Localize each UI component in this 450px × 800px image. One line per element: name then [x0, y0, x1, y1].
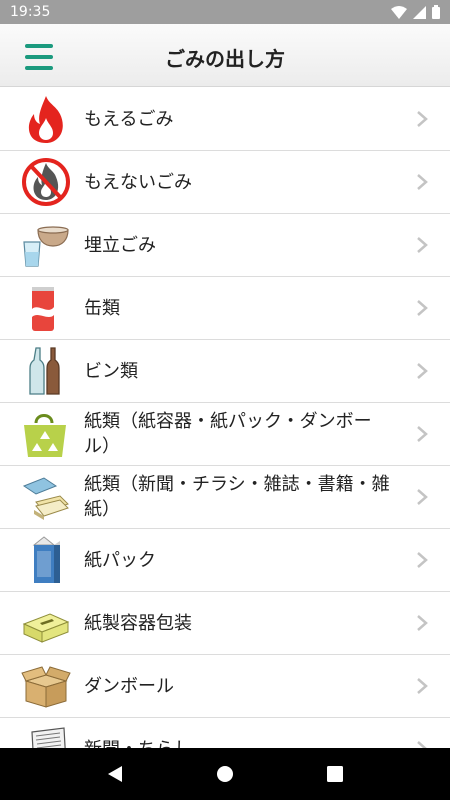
chevron-right-icon — [417, 552, 428, 568]
newspaper-stack-icon — [22, 477, 69, 520]
chevron-right-icon — [417, 615, 428, 631]
list-item-label: 埋立ごみ — [84, 234, 156, 256]
list-item-label: 紙類（紙容器・紙パック・ダンボール） — [84, 411, 372, 457]
list-item-label: ダンボール — [84, 675, 174, 697]
list-item-burnable[interactable]: もえるごみ — [0, 88, 450, 151]
status-time: 19:35 — [10, 4, 51, 20]
can-icon — [32, 287, 54, 331]
list-item-milk-carton[interactable]: 紙パック — [0, 529, 450, 592]
home-circle-icon — [217, 766, 233, 782]
back-button[interactable] — [100, 759, 130, 789]
list-item-cans[interactable]: 缶類 — [0, 277, 450, 340]
chevron-right-icon — [417, 300, 428, 316]
list-item-label: もえるごみ — [84, 108, 174, 130]
list-item-cardboard[interactable]: ダンボール — [0, 655, 450, 718]
tissue-box-icon — [22, 613, 70, 643]
app-bar: ごみの出し方 — [0, 24, 450, 87]
bowl-glass-icon — [23, 226, 69, 267]
list-item-label: ビン類 — [84, 360, 138, 382]
system-nav-bar — [0, 748, 450, 800]
milk-carton-icon — [32, 536, 60, 583]
list-item-label: もえないごみ — [84, 171, 192, 193]
list-item-bottles[interactable]: ビン類 — [0, 340, 450, 403]
wifi-icon — [391, 5, 407, 19]
status-icons — [391, 5, 440, 19]
status-bar: 19:35 — [0, 0, 450, 24]
page-title: ごみの出し方 — [165, 47, 285, 71]
back-triangle-icon — [108, 766, 122, 782]
list-item-landfill[interactable]: 埋立ごみ — [0, 214, 450, 277]
cardboard-box-icon — [21, 666, 71, 708]
list-item-label: 紙製容器包装 — [84, 612, 192, 634]
list-item-paper-newspaper[interactable]: 紙類（新聞・チラシ・雑誌・書籍・雑紙） — [0, 466, 450, 529]
chevron-right-icon — [417, 363, 428, 379]
list-item-label: 新聞・ちらし — [84, 737, 394, 749]
list-item-label: 缶類 — [84, 297, 120, 319]
list-item-nonburnable[interactable]: もえないごみ — [0, 151, 450, 214]
battery-icon — [432, 5, 440, 19]
list-item-label: 紙パック — [84, 549, 156, 571]
garbage-type-list: もえるごみ もえないごみ 埋立ごみ 缶類 ビン類 紙類（紙容器・紙パック・ダンボ… — [0, 88, 450, 748]
list-item-paper-containers[interactable]: 紙類（紙容器・紙パック・ダンボール） — [0, 403, 450, 466]
recents-button[interactable] — [320, 759, 350, 789]
home-button[interactable] — [210, 759, 240, 789]
list-item-newspaper-flyers[interactable]: 新聞・ちらし — [0, 718, 450, 748]
list-item-paper-packaging[interactable]: 紙製容器包装 — [0, 592, 450, 655]
no-fire-icon — [22, 158, 70, 206]
chevron-right-icon — [417, 741, 427, 748]
chevron-right-icon — [417, 174, 428, 190]
recents-square-icon — [327, 766, 343, 782]
chevron-right-icon — [417, 237, 428, 253]
chevron-right-icon — [417, 489, 428, 505]
chevron-right-icon — [417, 111, 428, 127]
chevron-right-icon — [417, 426, 428, 442]
cellular-icon — [413, 5, 426, 19]
chevron-right-icon — [417, 678, 428, 694]
recycle-bag-icon — [24, 414, 66, 457]
list-item-label: 紙類（新聞・チラシ・雑誌・書籍・雑紙） — [84, 474, 390, 520]
fire-icon — [28, 96, 63, 143]
newspaper-icon — [31, 727, 66, 748]
bottles-icon — [29, 347, 60, 395]
